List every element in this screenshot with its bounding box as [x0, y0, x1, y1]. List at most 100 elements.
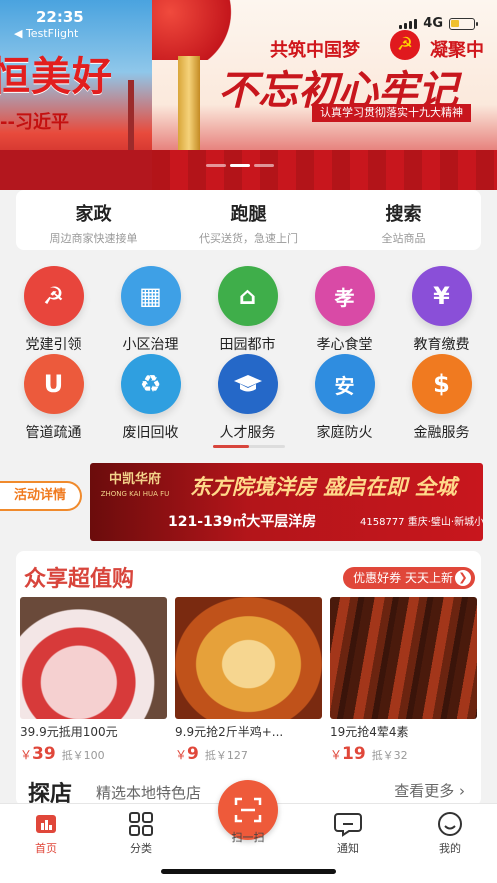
banner-slide-previous: 恒美好 --习近平: [0, 0, 152, 190]
currency-symbol: ￥: [20, 748, 33, 762]
service-desc: 全站商品: [381, 232, 426, 245]
ad-banner[interactable]: 活动详情 中凯华府 ZHONG KAI HUA FU 东方院境洋房 盛启在即 全…: [0, 463, 497, 541]
deal-price: ￥39 抵￥100: [20, 744, 167, 764]
currency-symbol: ￥: [175, 748, 188, 762]
category-label: 人才服务: [219, 425, 276, 441]
service-name: 跑腿: [230, 204, 267, 225]
category-label: 孝心食堂: [316, 337, 373, 353]
banner-slide-current: 共筑中国梦 ☭ 凝聚中 不忘初心牢记 认真学习贯彻落实十九大精神: [152, 0, 497, 190]
red-flag-illustration: [152, 0, 242, 60]
tab-label: 首页: [35, 842, 57, 855]
banner-dot[interactable]: [206, 164, 226, 167]
shield-icon: 安: [314, 354, 375, 414]
building-icon: ▦: [120, 266, 181, 326]
deals-section: 众享超值购 优惠好券 天天上新 ❯ 39.9元抵用100元 ￥39 抵￥100 9…: [16, 551, 481, 806]
ad-brand-name: 中凯华府: [108, 472, 161, 487]
deal-name: 9.9元抢2斤半鸡+...: [175, 725, 284, 739]
deal-photo-beef: [20, 597, 167, 719]
deal-price-value: 39: [32, 744, 56, 764]
deal-photo-skewers: [330, 597, 477, 719]
deal-name: 39.9元抵用100元: [20, 725, 118, 739]
deal-original-price: 抵￥100: [61, 749, 105, 762]
category-label: 党建引领: [25, 337, 82, 353]
pipe-icon: U: [23, 354, 84, 414]
chevron-right-icon: ❯: [455, 570, 471, 586]
tower-illustration: [128, 80, 134, 160]
service-desc: 代买送货，急速上门: [199, 232, 298, 245]
category-community[interactable]: ▦ 小区治理: [101, 266, 200, 354]
tab-label: 分类: [130, 842, 152, 855]
service-shortcuts: 家政 周边商家快速接单 跑腿 代买送货，急速上门 搜索 全站商品: [16, 190, 481, 250]
category-recycling[interactable]: ♻ 废旧回收: [101, 354, 200, 442]
scan-icon: [234, 797, 262, 823]
category-label: 金融服务: [413, 425, 470, 441]
service-housekeeping[interactable]: 家政 周边商家快速接单: [16, 190, 171, 250]
deals-title: 众享超值购: [24, 567, 135, 592]
tab-home[interactable]: 首页: [16, 810, 76, 856]
ad-image[interactable]: 中凯华府 ZHONG KAI HUA FU 东方院境洋房 盛启在即 全城 121…: [90, 463, 483, 541]
category-label: 教育缴费: [413, 337, 470, 353]
scan-label: 扫一扫: [231, 831, 265, 844]
category-page-indicator: [213, 445, 285, 448]
activity-details-button[interactable]: 活动详情: [0, 481, 82, 511]
yuan-hand-icon: ¥: [411, 266, 472, 326]
home-icon: [16, 810, 76, 838]
banner-dot-active[interactable]: [230, 164, 250, 167]
service-errand[interactable]: 跑腿 代买送货，急速上门: [171, 190, 326, 250]
deal-price: ￥19 抵￥32: [330, 744, 477, 764]
category-label: 废旧回收: [122, 425, 179, 441]
tab-profile[interactable]: 我的: [420, 810, 480, 856]
bowl-icon: 孝: [314, 266, 375, 326]
category-label: 田园都市: [219, 337, 276, 353]
ad-subline: 121-139㎡大平层洋房: [168, 514, 317, 530]
banner-dot[interactable]: [254, 164, 274, 167]
home-indicator[interactable]: [161, 869, 336, 874]
category-canteen[interactable]: 孝 孝心食堂: [295, 266, 394, 354]
deal-card[interactable]: 19元抢4荤4素 ￥19 抵￥32: [330, 597, 477, 764]
service-name: 搜索: [385, 204, 422, 225]
hero-banner[interactable]: 恒美好 --习近平 共筑中国梦 ☭ 凝聚中 不忘初心牢记 认真学习贯彻落实十九大…: [0, 0, 497, 190]
banner-left-attribution: --习近平: [0, 112, 69, 133]
deal-card[interactable]: 9.9元抢2斤半鸡+... ￥9 抵￥127: [175, 597, 322, 764]
view-more-link[interactable]: 查看更多 ›: [394, 780, 465, 801]
category-fire-safety[interactable]: 安 家庭防火: [295, 354, 394, 442]
grid-icon: [111, 810, 171, 838]
category-pipe-cleaning[interactable]: U 管道疏通: [4, 354, 103, 442]
service-name: 家政: [75, 204, 112, 225]
category-label: 小区治理: [122, 337, 179, 353]
tab-categories[interactable]: 分类: [111, 810, 171, 856]
tab-notifications[interactable]: 通知: [318, 810, 378, 856]
service-search[interactable]: 搜索 全站商品: [326, 190, 481, 250]
deal-price: ￥9 抵￥127: [175, 744, 322, 764]
category-finance[interactable]: $ 金融服务: [392, 354, 491, 442]
tab-label: 通知: [337, 842, 359, 855]
deal-original-price: 抵￥127: [204, 749, 248, 762]
banner-left-headline: 恒美好: [0, 54, 113, 100]
deal-card[interactable]: 39.9元抵用100元 ￥39 抵￥100: [20, 597, 167, 764]
smiley-icon: [420, 810, 480, 838]
explore-subtitle: 精选本地特色店: [96, 784, 202, 802]
category-education-fees[interactable]: ¥ 教育缴费: [392, 266, 491, 354]
tab-label: 我的: [439, 842, 461, 855]
recycle-bag-icon: ♻: [120, 354, 181, 414]
party-emblem-icon: ☭: [23, 266, 84, 326]
party-emblem-icon: ☭: [390, 30, 420, 60]
ad-brand-en: ZHONG KAI HUA FU: [100, 490, 170, 498]
ad-phone: 4158777 重庆·璧山·新城小学: [360, 517, 483, 528]
deal-photo-chicken: [175, 597, 322, 719]
banner-page-dots: [206, 164, 274, 167]
graduation-cap-icon: [217, 354, 278, 414]
great-wall-illustration: [0, 150, 152, 190]
coupon-tag[interactable]: 优惠好券 天天上新 ❯: [343, 567, 475, 589]
category-talent[interactable]: 人才服务: [198, 354, 297, 442]
deal-price-value: 19: [342, 744, 366, 764]
category-garden-city[interactable]: ⌂ 田园都市: [198, 266, 297, 354]
field-icon: ⌂: [217, 266, 278, 326]
deal-price-value: 9: [187, 744, 199, 764]
category-party-building[interactable]: ☭ 党建引领: [4, 266, 103, 354]
category-label: 管道疏通: [25, 425, 82, 441]
category-label: 家庭防火: [316, 425, 373, 441]
ad-headline: 东方院境洋房 盛启在即 全城: [190, 475, 457, 499]
service-desc: 周边商家快速接单: [49, 232, 138, 245]
great-wall-illustration: [152, 150, 497, 190]
